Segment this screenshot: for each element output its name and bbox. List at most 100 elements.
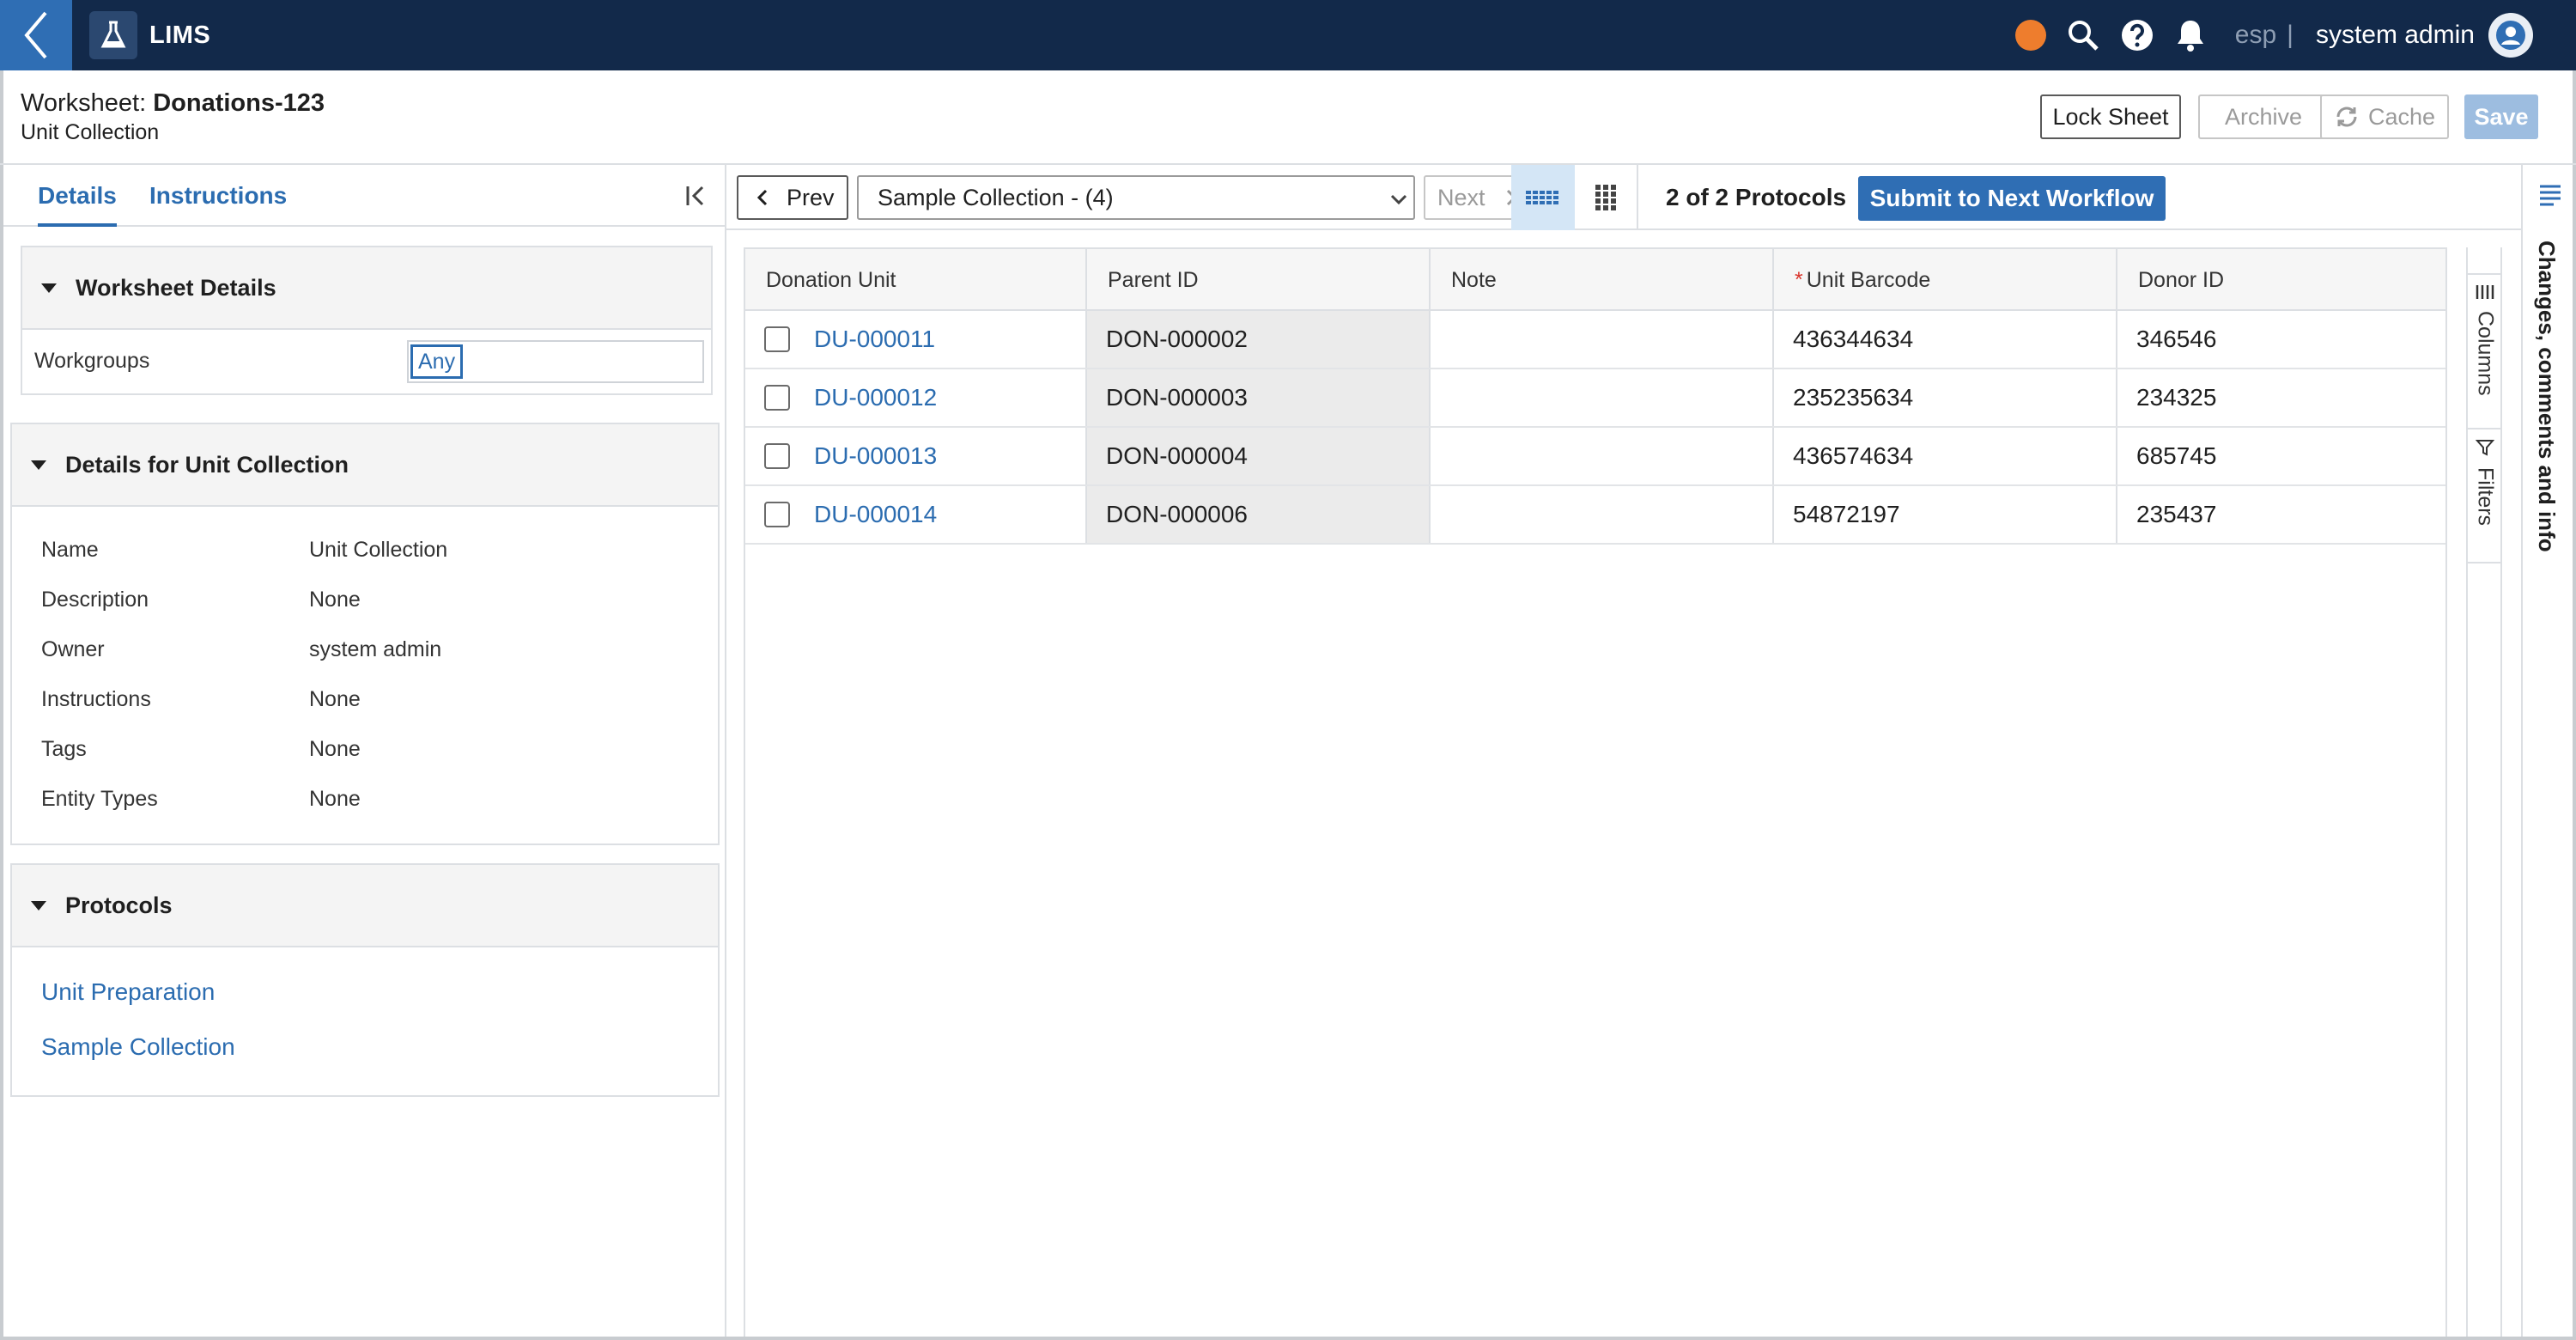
tab-instructions[interactable]: Instructions — [149, 182, 287, 210]
archive-button[interactable]: Archive — [2198, 94, 2329, 139]
help-icon[interactable] — [2120, 18, 2154, 52]
cell-parent-id: DON-000003 — [1087, 369, 1431, 426]
save-button[interactable]: Save — [2464, 94, 2538, 139]
row-checkbox[interactable] — [764, 326, 790, 352]
protocols-card: Protocols Unit Preparation Sample Collec… — [10, 863, 720, 1097]
grid-toolbar: Prev Sample Collection - (4) Next 2 of 2… — [726, 165, 2521, 230]
cell-parent-id: DON-000002 — [1087, 311, 1431, 368]
detail-value-owner: system admin — [309, 637, 442, 661]
unit-details-title: Details for Unit Collection — [65, 451, 349, 478]
cache-button[interactable]: Cache — [2320, 94, 2449, 139]
column-header-donation-unit[interactable]: Donation Unit — [745, 249, 1087, 311]
submit-next-workflow-button[interactable]: Submit to Next Workflow — [1858, 176, 2166, 221]
row-checkbox[interactable] — [764, 443, 790, 469]
column-header-unit-barcode[interactable]: * Unit Barcode — [1774, 249, 2117, 311]
column-header-label: Donation Unit — [766, 267, 896, 292]
unit-details-header[interactable]: Details for Unit Collection — [12, 424, 718, 507]
caret-down-icon — [31, 900, 46, 911]
detail-value-name: Unit Collection — [309, 538, 448, 562]
cell-note[interactable] — [1431, 428, 1774, 484]
cell-unit-barcode[interactable]: 54872197 — [1774, 486, 2117, 543]
chevron-left-icon — [756, 189, 768, 206]
cache-button-label: Cache — [2367, 103, 2436, 130]
cell-note[interactable] — [1431, 486, 1774, 543]
cell-donor-id[interactable]: 235437 — [2117, 486, 2445, 543]
table-row[interactable]: DU-000013 DON-000004 436574634 685745 — [745, 428, 2445, 486]
cell-donation-unit: DU-000014 — [745, 486, 1087, 543]
filters-tool-label: Filters — [2473, 467, 2498, 527]
cell-donor-id[interactable]: 234325 — [2117, 369, 2445, 426]
columns-icon — [2476, 285, 2494, 299]
protocol-link-unit-preparation[interactable]: Unit Preparation — [41, 978, 215, 1006]
detail-label-instructions: Instructions — [41, 687, 151, 711]
page-subtitle: Unit Collection — [21, 120, 160, 144]
caret-down-icon — [41, 283, 57, 293]
row-view-toggle[interactable] — [1511, 165, 1575, 230]
detail-label-tags: Tags — [41, 737, 87, 761]
workgroups-label: Workgroups — [34, 349, 150, 373]
protocol-select[interactable]: Sample Collection - (4) — [857, 175, 1415, 220]
column-header-label: Parent ID — [1108, 267, 1199, 292]
cell-note[interactable] — [1431, 369, 1774, 426]
app-name[interactable]: LIMS — [149, 21, 210, 50]
search-icon[interactable] — [2067, 19, 2099, 52]
user-avatar-icon[interactable] — [2488, 13, 2533, 58]
cell-parent-id: DON-000004 — [1087, 428, 1431, 484]
donation-unit-link[interactable]: DU-000011 — [814, 326, 935, 353]
back-chevron-icon — [24, 11, 47, 59]
unit-details-card: Details for Unit Collection Name Unit Co… — [10, 423, 720, 845]
row-checkbox[interactable] — [764, 385, 790, 411]
bell-icon[interactable] — [2175, 18, 2206, 52]
row-view-icon — [1526, 191, 1558, 204]
columns-tool[interactable]: Columns — [2468, 275, 2502, 429]
cell-note[interactable] — [1431, 311, 1774, 368]
workgroup-chip[interactable]: Any — [410, 344, 464, 379]
table-row[interactable]: DU-000011 DON-000002 436344634 346546 — [745, 311, 2445, 369]
required-marker: * — [1795, 267, 1803, 292]
cell-unit-barcode[interactable]: 235235634 — [1774, 369, 2117, 426]
column-header-note[interactable]: Note — [1431, 249, 1774, 311]
lock-sheet-button[interactable]: Lock Sheet — [2040, 94, 2181, 139]
protocol-count: 2 of 2 Protocols — [1666, 184, 1847, 210]
donation-unit-link[interactable]: DU-000014 — [814, 501, 937, 528]
left-panel: Details Instructions Worksheet Details W… — [3, 165, 726, 1337]
column-header-parent-id[interactable]: Parent ID — [1087, 249, 1431, 311]
donation-unit-link[interactable]: DU-000013 — [814, 442, 937, 470]
cell-donor-id[interactable]: 346546 — [2117, 311, 2445, 368]
column-header-donor-id[interactable]: Donor ID — [2117, 249, 2445, 311]
info-list-icon[interactable] — [2538, 184, 2562, 210]
chevron-down-icon — [1390, 194, 1407, 205]
right-rail-label: Changes, comments and info — [2534, 241, 2560, 552]
grid-view-toggle[interactable] — [1575, 165, 1638, 230]
worksheet-details-header[interactable]: Worksheet Details — [22, 247, 711, 330]
workgroups-field[interactable]: Any — [407, 340, 704, 383]
cell-unit-barcode[interactable]: 436344634 — [1774, 311, 2117, 368]
refresh-icon — [2336, 107, 2357, 127]
donation-unit-link[interactable]: DU-000012 — [814, 384, 937, 411]
filters-tool[interactable]: Filters — [2468, 429, 2502, 563]
top-nav-bar: LIMS esp | system admin — [0, 0, 2576, 70]
table-row[interactable]: DU-000014 DON-000006 54872197 235437 — [745, 486, 2445, 545]
detail-value-description: None — [309, 588, 361, 612]
collapse-panel-icon[interactable] — [685, 184, 709, 212]
prev-button[interactable]: Prev — [737, 175, 848, 220]
cell-donor-id[interactable]: 685745 — [2117, 428, 2445, 484]
right-info-rail[interactable]: Changes, comments and info — [2521, 165, 2576, 1337]
row-checkbox[interactable] — [764, 502, 790, 527]
cell-donation-unit: DU-000012 — [745, 369, 1087, 426]
detail-label-entity-types: Entity Types — [41, 787, 158, 811]
column-header-label: Donor ID — [2138, 267, 2225, 292]
table-row[interactable]: DU-000012 DON-000003 235235634 234325 — [745, 369, 2445, 428]
caret-down-icon — [31, 460, 46, 470]
language-selector[interactable]: esp — [2235, 21, 2276, 50]
protocol-link-sample-collection[interactable]: Sample Collection — [41, 1033, 235, 1061]
protocols-header[interactable]: Protocols — [12, 865, 718, 947]
user-name[interactable]: system admin — [2316, 21, 2475, 50]
tab-details[interactable]: Details — [38, 182, 117, 227]
cell-unit-barcode[interactable]: 436574634 — [1774, 428, 2117, 484]
status-indicator[interactable] — [2014, 20, 2046, 51]
column-header-label: Note — [1451, 267, 1497, 292]
grid-header-row: Donation Unit Parent ID Note * Unit Barco… — [745, 249, 2445, 311]
back-button[interactable] — [0, 0, 72, 70]
cell-parent-id: DON-000006 — [1087, 486, 1431, 543]
